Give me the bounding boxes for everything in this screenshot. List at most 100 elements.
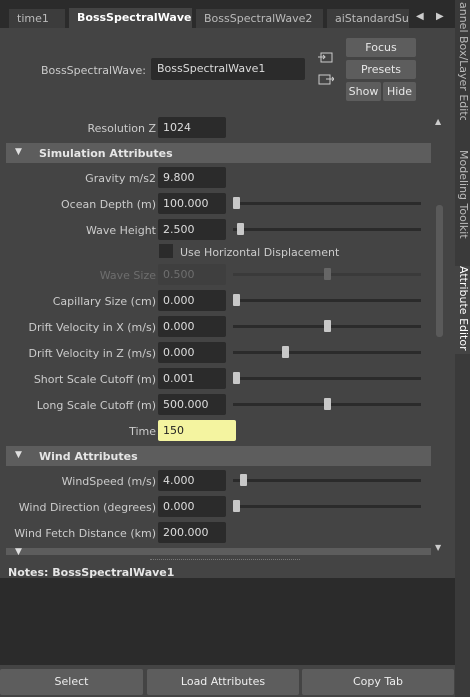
wind-direction-row: Wind Direction (degrees) 0.000 [6, 494, 431, 520]
attr-label: Capillary Size (cm) [52, 295, 156, 308]
horizontal-displacement-checkbox[interactable] [159, 244, 173, 258]
ocean-depth-row: Ocean Depth (m) 100.000 [6, 191, 431, 217]
side-tab-channel-box[interactable]: annel Box/Layer Editor [455, 2, 470, 120]
capillary-size-field[interactable]: 0.000 [158, 290, 226, 311]
collapse-triangle-icon: ▼ [15, 450, 22, 460]
short-scale-cutoff-field[interactable]: 0.001 [158, 368, 226, 389]
side-tab-label: Attribute Editor [457, 266, 470, 351]
attribute-scrollbar[interactable]: ▲ ▼ [433, 115, 445, 555]
tab-label: BossSpectralWave2 [204, 12, 313, 25]
time-row: Time 150 [6, 418, 431, 444]
simulation-attributes-header[interactable]: ▼ Simulation Attributes [6, 143, 431, 163]
section-title: Simulation Attributes [39, 147, 173, 160]
slider-handle[interactable] [237, 223, 244, 235]
side-tab-label: Modeling Toolkit [457, 150, 470, 239]
scroll-down-icon[interactable]: ▼ [435, 543, 441, 552]
attr-label: Wind Direction (degrees) [18, 501, 156, 514]
section-title: Wind Attributes [39, 450, 138, 463]
tab-bossspectralwave1[interactable]: BossSpectralWave1 [69, 8, 192, 28]
tab-scroll-left-icon[interactable]: ◀ [416, 11, 424, 22]
wave-size-row: Wave Size 0.500 [6, 262, 431, 288]
hide-button[interactable]: Hide [383, 82, 416, 101]
tab-bossspectralwave2[interactable]: BossSpectralWave2 [196, 9, 323, 28]
time-label: Time [129, 425, 156, 438]
time-field[interactable]: 150 [158, 420, 236, 441]
wave-height-field[interactable]: 2.500 [158, 219, 226, 240]
attr-label: Long Scale Cutoff (m) [36, 399, 156, 412]
long-scale-cutoff-slider[interactable] [233, 398, 421, 410]
wave-size-field: 0.500 [158, 264, 226, 285]
output-connection-icon[interactable] [318, 72, 334, 86]
gravity-row: Gravity m/s2 9.800 [6, 165, 431, 191]
attr-label: Drift Velocity in Z (m/s) [28, 347, 156, 360]
wind-fetch-distance-field[interactable]: 200.000 [158, 522, 226, 543]
slider-handle[interactable] [233, 500, 240, 512]
wind-speed-field[interactable]: 4.000 [158, 470, 226, 491]
wind-direction-field[interactable]: 0.000 [158, 496, 226, 517]
attr-label: Wave Size [99, 269, 156, 282]
wind-attributes-header[interactable]: ▼ Wind Attributes [6, 446, 431, 466]
slider-handle[interactable] [240, 474, 247, 486]
tab-label: aiStandardSur [335, 12, 409, 25]
tab-bar: time1 BossSpectralWave1 BossSpectralWave… [0, 0, 455, 28]
side-tab-label: annel Box/Layer Editor [457, 2, 470, 120]
gravity-field[interactable]: 9.800 [158, 167, 226, 188]
wind-speed-slider[interactable] [233, 474, 421, 486]
drift-velocity-x-row: Drift Velocity in X (m/s) 0.000 [6, 314, 431, 340]
drift-velocity-x-field[interactable]: 0.000 [158, 316, 226, 337]
presets-button[interactable]: Presets [346, 60, 416, 79]
long-scale-cutoff-field[interactable]: 500.000 [158, 394, 226, 415]
wind-fetch-distance-row: Wind Fetch Distance (km) 200.000 [6, 520, 431, 546]
tab-time1[interactable]: time1 [9, 9, 65, 28]
collapse-triangle-icon: ▼ [15, 547, 22, 555]
slider-handle[interactable] [324, 398, 331, 410]
resize-divider[interactable] [150, 559, 300, 561]
ocean-depth-field[interactable]: 100.000 [158, 193, 226, 214]
side-tab-attribute-editor[interactable]: Attribute Editor [455, 266, 470, 354]
horizontal-displacement-label: Use Horizontal Displacement [180, 246, 340, 259]
wind-direction-slider[interactable] [233, 500, 421, 512]
resolution-z-field[interactable]: 1024 [158, 117, 226, 138]
next-section-header[interactable]: ▼ [6, 547, 431, 555]
collapse-triangle-icon: ▼ [15, 147, 22, 157]
input-connection-icon[interactable] [318, 50, 334, 64]
select-button[interactable]: Select [0, 669, 143, 695]
slider-handle[interactable] [282, 346, 289, 358]
slider-handle [324, 268, 331, 280]
wave-height-slider[interactable] [233, 223, 421, 235]
drift-velocity-z-slider[interactable] [233, 346, 421, 358]
attr-label: Ocean Depth (m) [61, 198, 156, 211]
scrollbar-thumb[interactable] [436, 205, 443, 337]
slider-handle[interactable] [233, 294, 240, 306]
tab-scroll-right-icon[interactable]: ▶ [436, 11, 444, 22]
focus-button[interactable]: Focus [346, 38, 416, 57]
load-attributes-button[interactable]: Load Attributes [147, 669, 299, 695]
capillary-size-slider[interactable] [233, 294, 421, 306]
horizontal-displacement-row: Use Horizontal Displacement [6, 239, 431, 261]
short-scale-cutoff-slider[interactable] [233, 372, 421, 384]
ocean-depth-slider[interactable] [233, 197, 421, 209]
notes-textarea[interactable] [0, 578, 455, 665]
show-button[interactable]: Show [346, 82, 381, 101]
tab-aistandardsur[interactable]: aiStandardSur [327, 9, 409, 28]
short-scale-cutoff-row: Short Scale Cutoff (m) 0.001 [6, 366, 431, 392]
tab-label: BossSpectralWave1 [77, 11, 192, 24]
drift-velocity-z-field[interactable]: 0.000 [158, 342, 226, 363]
tab-label: time1 [17, 12, 49, 25]
attr-label: Wind Fetch Distance (km) [14, 527, 156, 540]
scroll-up-icon[interactable]: ▲ [435, 117, 441, 126]
resolution-z-row: Resolution Z 1024 [6, 115, 431, 141]
resolution-z-label: Resolution Z [87, 122, 156, 135]
slider-handle[interactable] [233, 372, 240, 384]
wind-speed-row: WindSpeed (m/s) 4.000 [6, 468, 431, 494]
long-scale-cutoff-row: Long Scale Cutoff (m) 500.000 [6, 392, 431, 418]
side-tab-modeling-toolkit[interactable]: Modeling Toolkit [455, 150, 470, 242]
copy-tab-button[interactable]: Copy Tab [302, 669, 454, 695]
node-name-label: BossSpectralWave: [40, 64, 146, 77]
slider-handle[interactable] [324, 320, 331, 332]
drift-velocity-z-row: Drift Velocity in Z (m/s) 0.000 [6, 340, 431, 366]
attr-label: Gravity m/s2 [85, 172, 156, 185]
slider-handle[interactable] [233, 197, 240, 209]
node-name-field[interactable]: BossSpectralWave1 [151, 58, 305, 80]
drift-velocity-x-slider[interactable] [233, 320, 421, 332]
